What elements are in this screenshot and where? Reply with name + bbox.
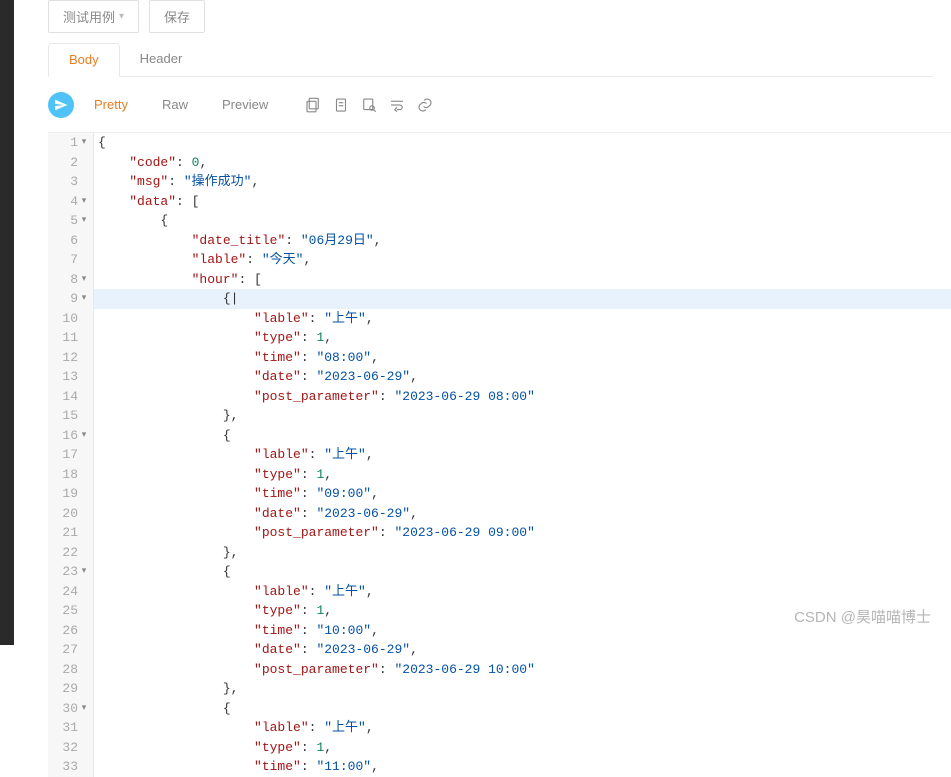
code-line[interactable]: "time": "08:00", [94, 348, 951, 368]
fold-icon[interactable]: ▾ [80, 429, 88, 443]
code-content[interactable]: { "code": 0, "msg": "操作成功", "data": [ { … [94, 133, 951, 777]
gutter-line: 7 [56, 250, 88, 270]
gutter-line: 25 [56, 601, 88, 621]
code-line[interactable]: }, [94, 679, 951, 699]
code-line[interactable]: "lable": "上午", [94, 309, 951, 329]
gutter-line: 1▾ [56, 133, 88, 153]
gutter-line: 10 [56, 309, 88, 329]
code-line[interactable]: { [94, 133, 951, 153]
code-line[interactable]: "time": "11:00", [94, 757, 951, 777]
fold-icon[interactable]: ▾ [80, 565, 88, 579]
gutter-line: 11 [56, 328, 88, 348]
code-line[interactable]: "lable": "上午", [94, 582, 951, 602]
gutter-line: 8▾ [56, 270, 88, 290]
gutter-line: 2 [56, 153, 88, 173]
code-line[interactable]: { [94, 426, 951, 446]
code-line[interactable]: "date": "2023-06-29", [94, 640, 951, 660]
gutter-line: 9▾ [56, 289, 88, 309]
test-case-button[interactable]: 测试用例 ▾ [48, 0, 139, 33]
code-line[interactable]: "type": 1, [94, 738, 951, 758]
test-case-label: 测试用例 [63, 7, 115, 26]
code-line[interactable]: }, [94, 543, 951, 563]
gutter-line: 33 [56, 757, 88, 777]
gutter-line: 15 [56, 406, 88, 426]
gutter-line: 14 [56, 387, 88, 407]
gutter-line: 12 [56, 348, 88, 368]
code-line[interactable]: "type": 1, [94, 601, 951, 621]
code-line[interactable]: "data": [ [94, 192, 951, 212]
gutter-line: 29 [56, 679, 88, 699]
gutter-line: 27 [56, 640, 88, 660]
code-line[interactable]: {| [94, 289, 951, 309]
code-line[interactable]: "post_parameter": "2023-06-29 09:00" [94, 523, 951, 543]
view-preview[interactable]: Preview [208, 91, 282, 118]
code-line[interactable]: "code": 0, [94, 153, 951, 173]
gutter-line: 23▾ [56, 562, 88, 582]
code-line[interactable]: "date": "2023-06-29", [94, 367, 951, 387]
gutter-line: 21 [56, 523, 88, 543]
gutter-line: 5▾ [56, 211, 88, 231]
gutter-line: 16▾ [56, 426, 88, 446]
line-gutter: 1▾234▾5▾678▾9▾10111213141516▾17181920212… [48, 133, 94, 777]
save-label: 保存 [164, 7, 190, 26]
gutter-line: 6 [56, 231, 88, 251]
fold-icon[interactable]: ▾ [80, 702, 88, 716]
code-line[interactable]: }, [94, 406, 951, 426]
code-line[interactable]: { [94, 562, 951, 582]
gutter-line: 3 [56, 172, 88, 192]
gutter-line: 30▾ [56, 699, 88, 719]
gutter-line: 31 [56, 718, 88, 738]
gutter-line: 28 [56, 660, 88, 680]
gutter-line: 19 [56, 484, 88, 504]
code-line[interactable]: "type": 1, [94, 328, 951, 348]
gutter-line: 32 [56, 738, 88, 758]
fold-icon[interactable]: ▾ [80, 195, 88, 209]
gutter-line: 24 [56, 582, 88, 602]
code-line[interactable]: "date": "2023-06-29", [94, 504, 951, 524]
link-icon[interactable] [416, 96, 434, 114]
response-tabs: Body Header [48, 43, 933, 77]
wrap-icon[interactable] [388, 96, 406, 114]
code-line[interactable]: { [94, 211, 951, 231]
copy-icon[interactable] [304, 96, 322, 114]
view-raw[interactable]: Raw [148, 91, 202, 118]
gutter-line: 18 [56, 465, 88, 485]
search-icon[interactable] [360, 96, 378, 114]
gutter-line: 17 [56, 445, 88, 465]
code-line[interactable]: "time": "10:00", [94, 621, 951, 641]
code-line[interactable]: "hour": [ [94, 270, 951, 290]
left-dark-strip [0, 0, 14, 645]
view-pretty[interactable]: Pretty [80, 91, 142, 118]
gutter-line: 22 [56, 543, 88, 563]
code-line[interactable]: "msg": "操作成功", [94, 172, 951, 192]
tab-body[interactable]: Body [48, 43, 120, 77]
code-line[interactable]: "date_title": "06月29日", [94, 231, 951, 251]
code-line[interactable]: "lable": "今天", [94, 250, 951, 270]
gutter-line: 4▾ [56, 192, 88, 212]
code-line[interactable]: "lable": "上午", [94, 445, 951, 465]
fold-icon[interactable]: ▾ [80, 273, 88, 287]
gutter-line: 26 [56, 621, 88, 641]
code-editor[interactable]: 1▾234▾5▾678▾9▾10111213141516▾17181920212… [48, 132, 951, 777]
fold-icon[interactable]: ▾ [80, 214, 88, 228]
chevron-down-icon: ▾ [119, 11, 124, 22]
code-line[interactable]: "post_parameter": "2023-06-29 08:00" [94, 387, 951, 407]
send-icon[interactable] [48, 92, 74, 118]
save-button[interactable]: 保存 [149, 0, 205, 33]
gutter-line: 13 [56, 367, 88, 387]
code-line[interactable]: "post_parameter": "2023-06-29 10:00" [94, 660, 951, 680]
code-line[interactable]: { [94, 699, 951, 719]
fold-icon[interactable]: ▾ [80, 136, 88, 150]
code-line[interactable]: "type": 1, [94, 465, 951, 485]
fold-icon[interactable]: ▾ [80, 292, 88, 306]
clipboard-icon[interactable] [332, 96, 350, 114]
code-line[interactable]: "lable": "上午", [94, 718, 951, 738]
gutter-line: 20 [56, 504, 88, 524]
tab-header[interactable]: Header [120, 43, 203, 76]
code-line[interactable]: "time": "09:00", [94, 484, 951, 504]
